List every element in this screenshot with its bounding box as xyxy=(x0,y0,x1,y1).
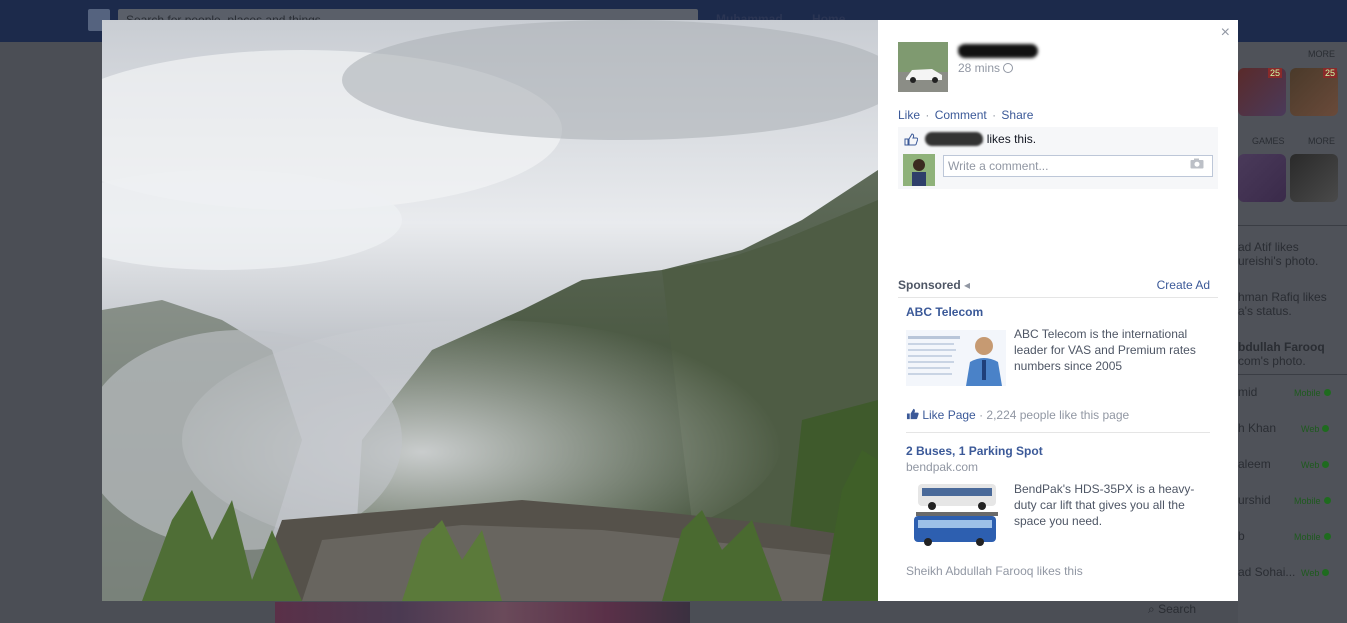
author-name[interactable]: Taimour Khan xyxy=(958,44,1038,58)
likes-box: Sajid Khan likes this. Write a comment..… xyxy=(898,127,1218,189)
chat-status: Mobile xyxy=(1294,496,1331,506)
chat-item: mid xyxy=(1238,385,1258,399)
thumbs-up-icon xyxy=(904,133,918,146)
game-thumb xyxy=(1290,154,1338,202)
person-avatar-icon xyxy=(903,154,935,186)
comment-link[interactable]: Comment xyxy=(935,108,987,122)
ad-domain: bendpak.com xyxy=(906,460,979,474)
chat-status: Web xyxy=(1301,424,1330,434)
ad-person-image xyxy=(906,330,1006,386)
ticker-item: ad Atif likes ureishi's photo. xyxy=(1238,240,1319,268)
car-avatar-icon xyxy=(898,42,948,92)
comment-input[interactable]: Write a comment... xyxy=(943,155,1213,177)
divider xyxy=(1238,374,1347,375)
chat-item: h Khan xyxy=(1238,421,1277,435)
landscape-photo xyxy=(102,20,878,601)
post-actions: Like · Comment · Share xyxy=(898,108,1034,122)
game-badge: 25 xyxy=(1323,68,1338,78)
camera-icon[interactable] xyxy=(1190,158,1204,169)
megaphone-icon: ◂ xyxy=(964,278,971,292)
ad-text: BendPak's HDS-35PX is a heavy-duty car l… xyxy=(1014,482,1195,528)
chat-status: Mobile xyxy=(1294,388,1331,398)
ticker-item: hman Rafiq likes a's status. xyxy=(1238,290,1327,318)
bus-image xyxy=(906,482,1006,548)
chat-item: urshid xyxy=(1238,493,1271,507)
divider xyxy=(898,297,1218,298)
ad-title[interactable]: ABC Telecom xyxy=(906,305,983,319)
game-badge: 25 xyxy=(1268,68,1283,78)
create-ad-link[interactable]: Create Ad xyxy=(1157,278,1210,292)
ad-social-context: Sheikh Abdullah Farooq likes this xyxy=(906,564,1083,578)
close-icon[interactable]: × xyxy=(1221,24,1230,42)
photo-viewer: × Taimour Khan 28 mins Like · Comment · … xyxy=(102,20,1238,601)
game-thumb xyxy=(1238,154,1286,202)
chat-item: b xyxy=(1238,529,1245,543)
more-link: MORE xyxy=(1308,49,1335,59)
thumbs-up-icon xyxy=(906,408,919,420)
chat-search: ⌕ Search xyxy=(1148,602,1197,616)
redacted-name: Taimour Khan xyxy=(958,44,1038,58)
liker-name[interactable]: Sajid Khan xyxy=(925,132,984,146)
chat-status: Web xyxy=(1301,568,1330,578)
background-right-column: MORE 25 25 GAMES MORE ad Atif likes ureis… xyxy=(1238,42,1347,623)
ad-title[interactable]: 2 Buses, 1 Parking Spot xyxy=(906,444,1043,458)
ad-image[interactable] xyxy=(906,330,1006,396)
chat-item: aleem xyxy=(1238,457,1271,471)
ad-image[interactable] xyxy=(906,482,1006,548)
like-link[interactable]: Like xyxy=(898,108,920,122)
more-link: MORE xyxy=(1308,136,1335,146)
ad-like-row: Like Page · 2,224 people like this page xyxy=(906,408,1129,422)
photo-sidebar: × Taimour Khan 28 mins Like · Comment · … xyxy=(878,20,1238,601)
share-link[interactable]: Share xyxy=(1001,108,1033,122)
ad-text: ABC Telecom is the international leader … xyxy=(1014,327,1196,373)
divider xyxy=(1238,225,1347,226)
likes-line: Sajid Khan likes this. xyxy=(904,132,1036,146)
photo[interactable] xyxy=(102,20,878,601)
post-time: 28 mins xyxy=(958,61,1014,75)
divider xyxy=(906,432,1210,433)
like-page-link[interactable]: Like Page xyxy=(906,408,979,422)
author-avatar[interactable] xyxy=(898,42,948,92)
chat-status: Mobile xyxy=(1294,532,1331,542)
chat-item: ad Sohai... xyxy=(1238,565,1296,579)
background-photo-strip xyxy=(275,602,690,623)
games-header: GAMES xyxy=(1252,136,1285,146)
chat-status: Web xyxy=(1301,460,1330,470)
commenter-avatar xyxy=(903,154,935,186)
ticker-item: bdullah Farooq com's photo. xyxy=(1238,340,1325,368)
sponsored-label: Sponsored ◂ xyxy=(898,278,971,292)
globe-icon xyxy=(1003,63,1014,73)
